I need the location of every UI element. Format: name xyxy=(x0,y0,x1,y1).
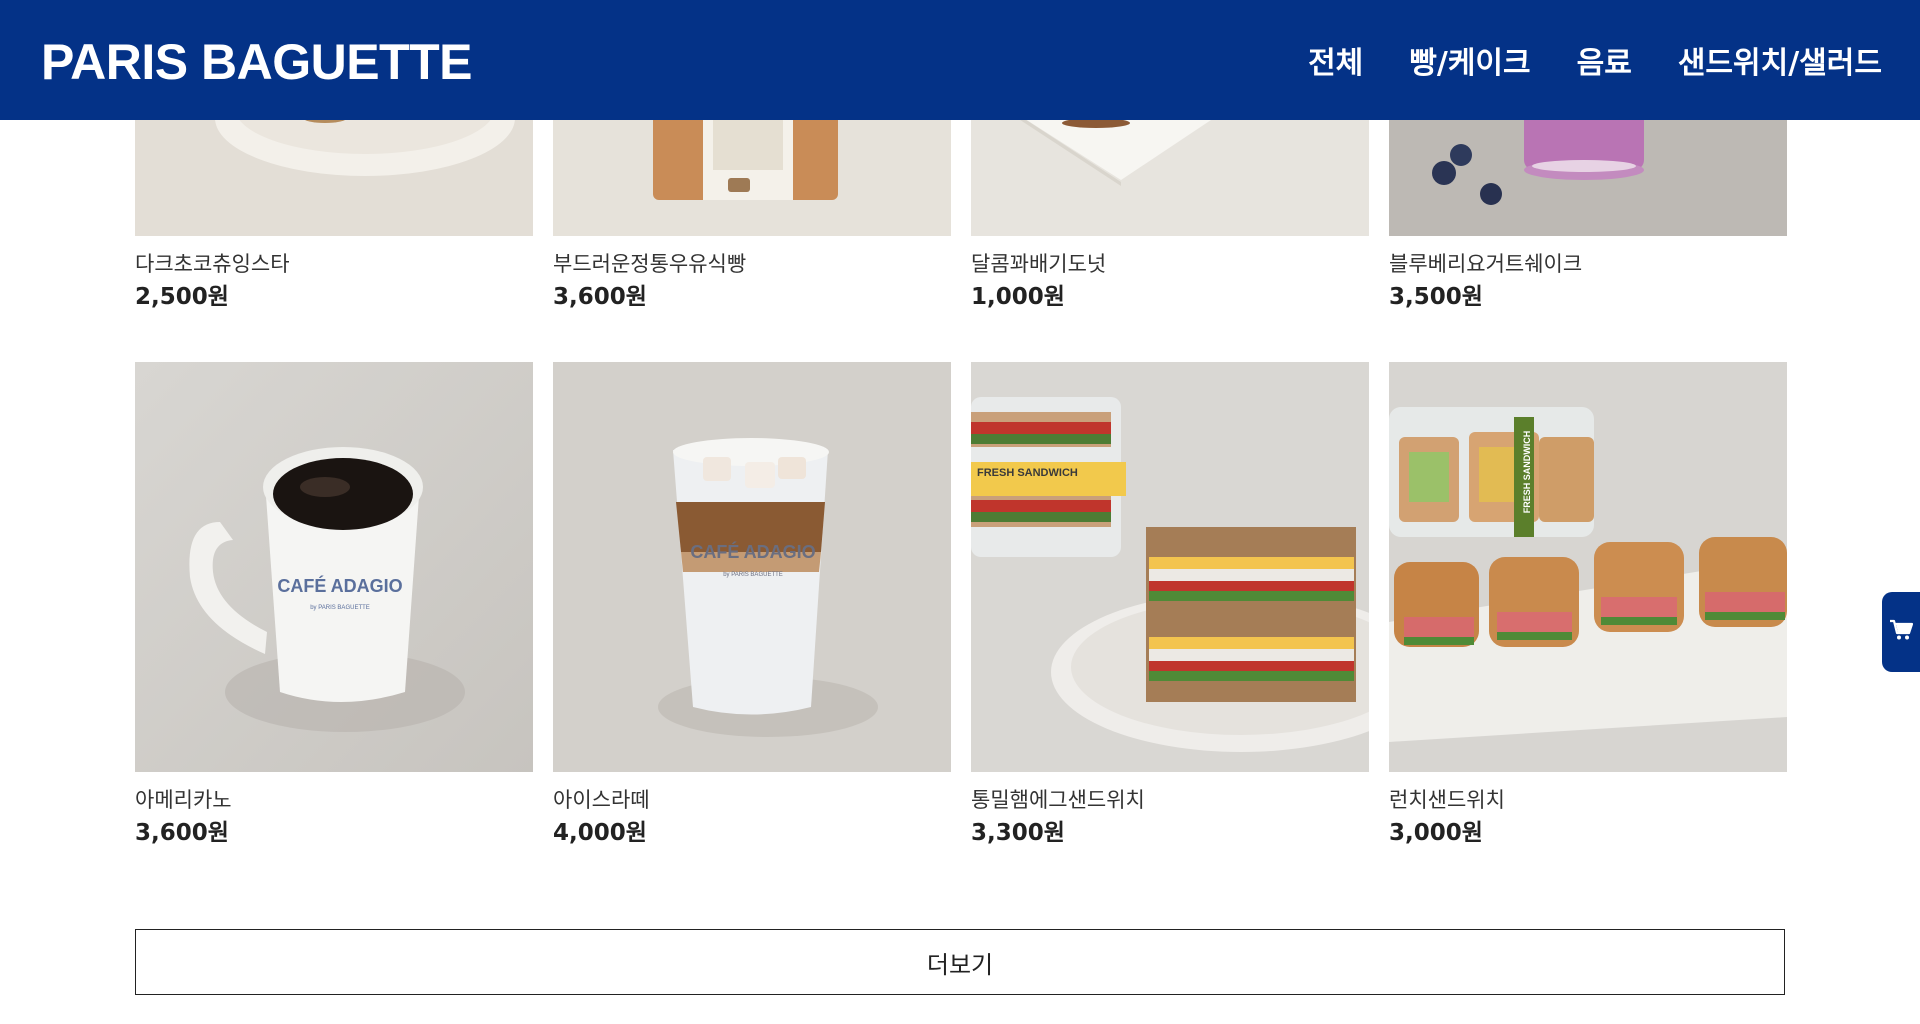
shopping-cart-icon xyxy=(1889,619,1914,645)
product-price: 3,300원 xyxy=(971,820,1065,846)
svg-text:FRESH SANDWICH: FRESH SANDWICH xyxy=(1522,431,1532,514)
product-name: 아메리카노 xyxy=(135,788,232,812)
nav-item-drinks[interactable]: 음료 xyxy=(1577,44,1632,84)
product-name: 통밀햄에그샌드위치 xyxy=(971,788,1145,812)
product-price: 3,000원 xyxy=(1389,820,1483,846)
svg-text:CAFÉ ADAGIO: CAFÉ ADAGIO xyxy=(690,541,815,562)
product-image[interactable]: CAFÉ ADAGIO by PARIS BAGUETTE xyxy=(135,362,533,772)
svg-text:by PARIS BAGUETTE: by PARIS BAGUETTE xyxy=(310,605,370,611)
brand-logo[interactable]: PARIS BAGUETTE xyxy=(41,32,473,92)
product-name: 다크초코츄잉스타 xyxy=(135,252,290,276)
load-more-button[interactable]: 더보기 xyxy=(135,929,1785,995)
nav-item-sandwich-salad[interactable]: 샌드위치/샐러드 xyxy=(1678,44,1882,84)
nav-item-bread-cake[interactable]: 빵/케이크 xyxy=(1409,44,1530,84)
product-image[interactable]: FRESH SANDWICH xyxy=(971,362,1369,772)
svg-text:FRESH SANDWICH: FRESH SANDWICH xyxy=(977,467,1078,479)
product-image[interactable]: CAFÉ ADAGIO by PARIS BAGUETTE xyxy=(553,362,951,772)
product-name: 런치샌드위치 xyxy=(1389,788,1505,812)
product-image[interactable]: FRESH SANDWICH xyxy=(1389,362,1787,772)
product-name: 블루베리요거트쉐이크 xyxy=(1389,252,1583,276)
product-price: 4,000원 xyxy=(553,820,647,846)
svg-text:CAFÉ ADAGIO: CAFÉ ADAGIO xyxy=(277,575,402,596)
product-price: 3,600원 xyxy=(135,820,229,846)
site-header: PARIS BAGUETTE 전체 빵/케이크 음료 샌드위치/샐러드 xyxy=(0,0,1920,120)
product-name: 부드러운정통우유식빵 xyxy=(553,252,747,276)
product-price: 1,000원 xyxy=(971,284,1065,310)
product-name: 아이스라떼 xyxy=(553,788,650,812)
svg-text:by PARIS BAGUETTE: by PARIS BAGUETTE xyxy=(723,572,783,578)
nav-item-all[interactable]: 전체 xyxy=(1308,44,1363,84)
cart-button[interactable] xyxy=(1882,592,1920,672)
product-price: 3,600원 xyxy=(553,284,647,310)
product-price: 3,500원 xyxy=(1389,284,1483,310)
category-nav: 전체 빵/케이크 음료 샌드위치/샐러드 xyxy=(1308,44,1882,84)
product-price: 2,500원 xyxy=(135,284,229,310)
product-name: 달콤꽈배기도넛 xyxy=(971,252,1107,276)
